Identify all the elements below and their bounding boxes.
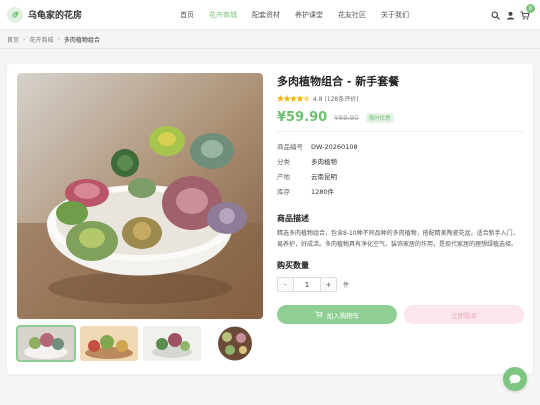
add-to-cart-button[interactable]: 加入购物车 bbox=[277, 305, 397, 324]
spec-key: 产地 bbox=[277, 173, 290, 181]
cart-count-badge: 0 bbox=[526, 4, 535, 13]
product-title: 多肉植物组合 - 新手套餐 bbox=[277, 75, 400, 88]
breadcrumb-home[interactable]: 首页 bbox=[7, 35, 19, 44]
chat-button[interactable] bbox=[503, 367, 527, 391]
spec-row: 商品编号 DW-20260108 bbox=[277, 140, 524, 155]
top-navbar: 乌龟家的花房 首页 花卉商城 配套资材 养护课堂 花友社区 关于我们 0 bbox=[0, 0, 540, 30]
nav-item-care-class[interactable]: 养护课堂 bbox=[295, 10, 323, 20]
nav-item-home[interactable]: 首页 bbox=[180, 10, 194, 20]
nav-item-community[interactable]: 花友社区 bbox=[338, 10, 366, 20]
quantity-heading: 购买数量 bbox=[277, 261, 309, 270]
main-product-image[interactable] bbox=[17, 73, 263, 319]
thumbnail-3[interactable] bbox=[143, 326, 201, 361]
brand-logo[interactable]: 乌龟家的花房 bbox=[7, 6, 83, 23]
description-heading: 商品描述 bbox=[277, 214, 309, 223]
original-price: ¥89.90 bbox=[334, 113, 359, 122]
buy-now-label: 立即购买 bbox=[451, 311, 477, 320]
nav-item-flower-shop[interactable]: 花卉商城 bbox=[209, 10, 237, 20]
spec-row: 库存 1280件 bbox=[277, 185, 524, 200]
add-to-cart-label: 加入购物车 bbox=[326, 311, 360, 320]
user-icon[interactable] bbox=[503, 7, 517, 23]
breadcrumb-current: 多肉植物组合 bbox=[63, 37, 100, 44]
breadcrumb-flower-shop[interactable]: 花卉商城 bbox=[29, 35, 53, 44]
spec-key: 商品编号 bbox=[277, 143, 303, 151]
search-icon[interactable] bbox=[488, 7, 502, 23]
breadcrumb-separator: › bbox=[23, 36, 26, 43]
quantity-input[interactable]: 1 bbox=[293, 278, 321, 291]
action-buttons: 加入购物车 立即购买 bbox=[277, 305, 524, 324]
cart-icon bbox=[315, 311, 323, 318]
spec-row: 分类 多肉植物 bbox=[277, 155, 524, 170]
price-divider bbox=[277, 131, 524, 132]
header-divider bbox=[0, 48, 540, 49]
chat-icon bbox=[509, 374, 521, 384]
quantity-increment-button[interactable]: + bbox=[321, 278, 336, 291]
cart-icon[interactable]: 0 bbox=[518, 4, 535, 23]
thumbnail-2[interactable] bbox=[80, 326, 138, 361]
leaf-icon bbox=[7, 6, 23, 23]
spec-key: 库存 bbox=[277, 188, 290, 196]
spec-value: DW-20260108 bbox=[311, 143, 358, 151]
rating-text: 4.8 (128条评价) bbox=[313, 96, 359, 103]
quantity-decrement-button[interactable]: - bbox=[278, 278, 293, 291]
thumbnail-gallery bbox=[16, 325, 264, 362]
description-text: 精选多肉植物组合，包含8-10种不同品种的多肉植物，搭配精美陶瓷花盆。适合新手入… bbox=[277, 230, 519, 248]
product-info: 多肉植物组合 - 新手套餐 4.8 (128条评价) ¥59.90 ¥89.90… bbox=[277, 73, 524, 324]
breadcrumb: 首页 › 花卉商城 › 多肉植物组合 bbox=[7, 35, 100, 44]
current-price: ¥59.90 bbox=[277, 110, 328, 125]
rating-stars bbox=[277, 95, 310, 102]
spec-value: 云南昆明 bbox=[311, 173, 337, 181]
header-tools: 0 bbox=[487, 4, 535, 23]
quantity-stepper: - 1 + bbox=[277, 277, 337, 292]
spec-row: 产地 云南昆明 bbox=[277, 170, 524, 185]
main-nav: 首页 花卉商城 配套资材 养护课堂 花友社区 关于我们 bbox=[180, 0, 424, 30]
thumbnail-4[interactable] bbox=[206, 326, 264, 361]
promo-badge: 限时优惠 bbox=[365, 112, 394, 123]
quantity-unit: 件 bbox=[343, 282, 350, 289]
price-row: ¥59.90 ¥89.90 限时优惠 bbox=[277, 110, 524, 125]
spec-value: 多肉植物 bbox=[311, 158, 337, 166]
buy-now-button[interactable]: 立即购买 bbox=[404, 305, 524, 324]
nav-item-about[interactable]: 关于我们 bbox=[381, 10, 409, 20]
quantity-row: - 1 + 件 bbox=[277, 277, 524, 292]
brand-name: 乌龟家的花房 bbox=[28, 11, 83, 21]
thumbnail-1[interactable] bbox=[16, 325, 76, 362]
nav-item-supplies[interactable]: 配套资材 bbox=[252, 10, 280, 20]
breadcrumb-separator: › bbox=[57, 36, 60, 43]
product-rating: 4.8 (128条评价) bbox=[277, 94, 524, 103]
product-specs: 商品编号 DW-20260108 分类 多肉植物 产地 云南昆明 库存 1280… bbox=[277, 140, 524, 200]
spec-key: 分类 bbox=[277, 158, 290, 166]
spec-value: 1280件 bbox=[311, 188, 335, 196]
